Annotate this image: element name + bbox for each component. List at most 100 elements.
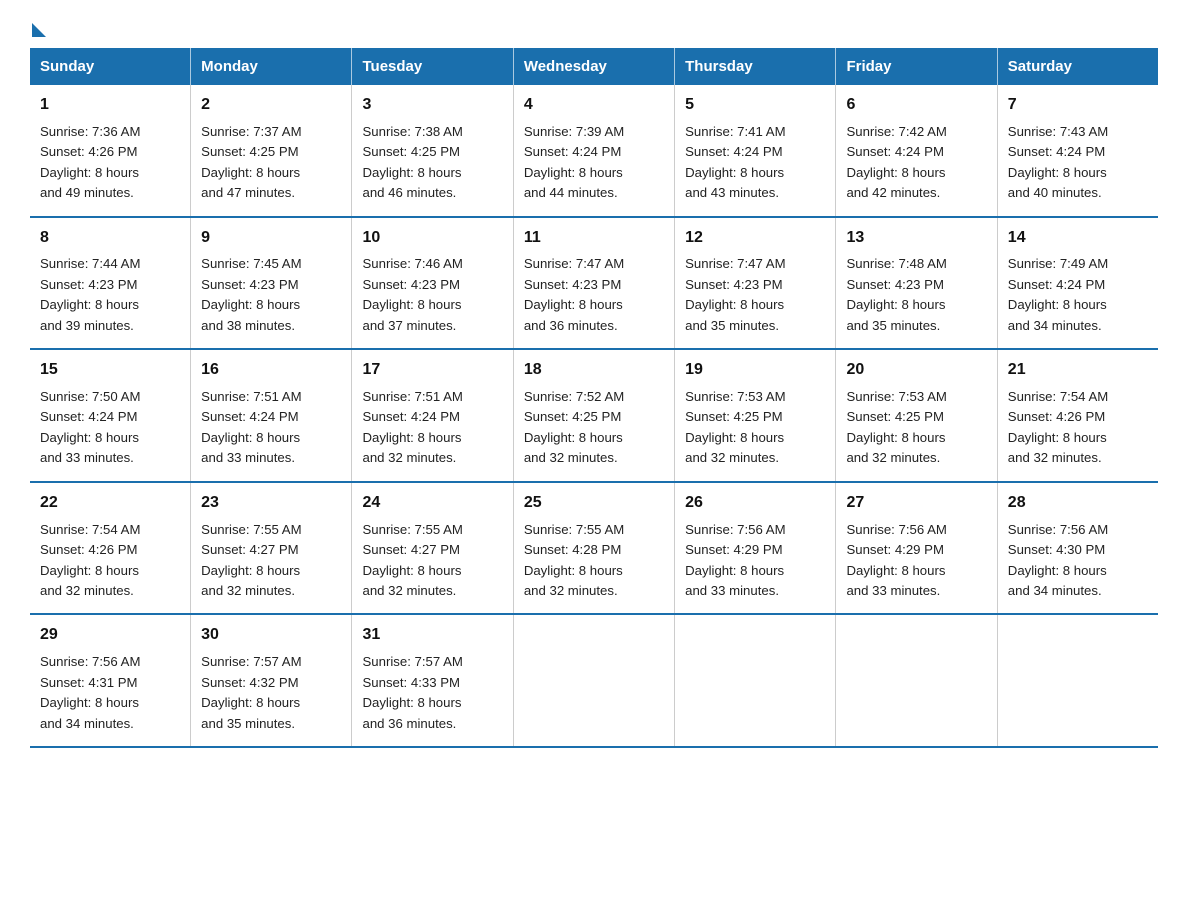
day-info: Sunrise: 7:39 AMSunset: 4:24 PMDaylight:… xyxy=(524,124,624,200)
calendar-cell xyxy=(675,614,836,747)
day-number: 21 xyxy=(1008,358,1148,383)
day-info: Sunrise: 7:52 AMSunset: 4:25 PMDaylight:… xyxy=(524,389,624,465)
day-number: 19 xyxy=(685,358,825,383)
day-info: Sunrise: 7:51 AMSunset: 4:24 PMDaylight:… xyxy=(201,389,301,465)
calendar-cell: 22Sunrise: 7:54 AMSunset: 4:26 PMDayligh… xyxy=(30,482,191,615)
calendar-cell: 10 Sunrise: 7:46 AMSunset: 4:23 PMDayligh… xyxy=(352,217,513,350)
calendar-cell: 29 Sunrise: 7:56 AMSunset: 4:31 PMDayligh… xyxy=(30,614,191,747)
column-header-monday: Monday xyxy=(191,48,352,85)
day-number: 22 xyxy=(40,491,180,516)
calendar-cell xyxy=(997,614,1158,747)
calendar-cell: 14 Sunrise: 7:49 AMSunset: 4:24 PMDayligh… xyxy=(997,217,1158,350)
day-info: Sunrise: 7:43 AMSunset: 4:24 PMDaylight:… xyxy=(1008,124,1108,200)
day-info: Sunrise: 7:56 AMSunset: 4:30 PMDaylight:… xyxy=(1008,522,1108,598)
day-info: Sunrise: 7:55 AMSunset: 4:28 PMDaylight:… xyxy=(524,522,624,598)
day-number: 3 xyxy=(362,93,502,118)
calendar-cell: 24 Sunrise: 7:55 AMSunset: 4:27 PMDayligh… xyxy=(352,482,513,615)
calendar-cell: 11Sunrise: 7:47 AMSunset: 4:23 PMDayligh… xyxy=(513,217,674,350)
calendar-cell: 1 Sunrise: 7:36 AMSunset: 4:26 PMDaylight… xyxy=(30,85,191,217)
logo xyxy=(30,20,48,30)
day-number: 12 xyxy=(685,226,825,251)
calendar-cell: 25 Sunrise: 7:55 AMSunset: 4:28 PMDayligh… xyxy=(513,482,674,615)
day-number: 28 xyxy=(1008,491,1148,516)
calendar-cell: 4 Sunrise: 7:39 AMSunset: 4:24 PMDaylight… xyxy=(513,85,674,217)
day-number: 1 xyxy=(40,93,180,118)
calendar-header-row: SundayMondayTuesdayWednesdayThursdayFrid… xyxy=(30,48,1158,85)
day-info: Sunrise: 7:47 AMSunset: 4:23 PMDaylight:… xyxy=(524,256,624,332)
day-info: Sunrise: 7:53 AMSunset: 4:25 PMDaylight:… xyxy=(846,389,946,465)
calendar-table: SundayMondayTuesdayWednesdayThursdayFrid… xyxy=(30,48,1158,748)
calendar-cell: 27 Sunrise: 7:56 AMSunset: 4:29 PMDayligh… xyxy=(836,482,997,615)
day-number: 17 xyxy=(362,358,502,383)
calendar-cell: 21 Sunrise: 7:54 AMSunset: 4:26 PMDayligh… xyxy=(997,349,1158,482)
calendar-cell: 6 Sunrise: 7:42 AMSunset: 4:24 PMDaylight… xyxy=(836,85,997,217)
day-number: 5 xyxy=(685,93,825,118)
calendar-cell: 8 Sunrise: 7:44 AMSunset: 4:23 PMDaylight… xyxy=(30,217,191,350)
day-info: Sunrise: 7:42 AMSunset: 4:24 PMDaylight:… xyxy=(846,124,946,200)
calendar-cell: 31 Sunrise: 7:57 AMSunset: 4:33 PMDayligh… xyxy=(352,614,513,747)
day-number: 8 xyxy=(40,226,180,251)
day-info: Sunrise: 7:36 AMSunset: 4:26 PMDaylight:… xyxy=(40,124,140,200)
calendar-cell: 19 Sunrise: 7:53 AMSunset: 4:25 PMDayligh… xyxy=(675,349,836,482)
day-number: 10 xyxy=(362,226,502,251)
day-info: Sunrise: 7:41 AMSunset: 4:24 PMDaylight:… xyxy=(685,124,785,200)
day-info: Sunrise: 7:57 AMSunset: 4:32 PMDaylight:… xyxy=(201,654,301,730)
day-info: Sunrise: 7:56 AMSunset: 4:31 PMDaylight:… xyxy=(40,654,140,730)
calendar-cell: 5 Sunrise: 7:41 AMSunset: 4:24 PMDaylight… xyxy=(675,85,836,217)
day-number: 6 xyxy=(846,93,986,118)
day-info: Sunrise: 7:47 AMSunset: 4:23 PMDaylight:… xyxy=(685,256,785,332)
calendar-cell: 9 Sunrise: 7:45 AMSunset: 4:23 PMDaylight… xyxy=(191,217,352,350)
day-info: Sunrise: 7:50 AMSunset: 4:24 PMDaylight:… xyxy=(40,389,140,465)
day-number: 4 xyxy=(524,93,664,118)
day-info: Sunrise: 7:53 AMSunset: 4:25 PMDaylight:… xyxy=(685,389,785,465)
day-info: Sunrise: 7:49 AMSunset: 4:24 PMDaylight:… xyxy=(1008,256,1108,332)
day-info: Sunrise: 7:44 AMSunset: 4:23 PMDaylight:… xyxy=(40,256,140,332)
calendar-cell: 18Sunrise: 7:52 AMSunset: 4:25 PMDayligh… xyxy=(513,349,674,482)
day-info: Sunrise: 7:37 AMSunset: 4:25 PMDaylight:… xyxy=(201,124,301,200)
day-info: Sunrise: 7:56 AMSunset: 4:29 PMDaylight:… xyxy=(685,522,785,598)
day-number: 9 xyxy=(201,226,341,251)
calendar-cell xyxy=(836,614,997,747)
day-number: 25 xyxy=(524,491,664,516)
day-info: Sunrise: 7:46 AMSunset: 4:23 PMDaylight:… xyxy=(362,256,462,332)
calendar-cell: 23 Sunrise: 7:55 AMSunset: 4:27 PMDayligh… xyxy=(191,482,352,615)
day-info: Sunrise: 7:54 AMSunset: 4:26 PMDaylight:… xyxy=(1008,389,1108,465)
day-number: 29 xyxy=(40,623,180,648)
calendar-cell: 17 Sunrise: 7:51 AMSunset: 4:24 PMDayligh… xyxy=(352,349,513,482)
calendar-cell: 28 Sunrise: 7:56 AMSunset: 4:30 PMDayligh… xyxy=(997,482,1158,615)
column-header-thursday: Thursday xyxy=(675,48,836,85)
day-info: Sunrise: 7:55 AMSunset: 4:27 PMDaylight:… xyxy=(362,522,462,598)
day-number: 16 xyxy=(201,358,341,383)
page-header xyxy=(30,20,1158,30)
calendar-week-row: 22Sunrise: 7:54 AMSunset: 4:26 PMDayligh… xyxy=(30,482,1158,615)
day-number: 31 xyxy=(362,623,502,648)
day-number: 13 xyxy=(846,226,986,251)
day-info: Sunrise: 7:38 AMSunset: 4:25 PMDaylight:… xyxy=(362,124,462,200)
calendar-cell: 12 Sunrise: 7:47 AMSunset: 4:23 PMDayligh… xyxy=(675,217,836,350)
day-number: 27 xyxy=(846,491,986,516)
calendar-cell: 26Sunrise: 7:56 AMSunset: 4:29 PMDayligh… xyxy=(675,482,836,615)
column-header-wednesday: Wednesday xyxy=(513,48,674,85)
calendar-week-row: 29 Sunrise: 7:56 AMSunset: 4:31 PMDayligh… xyxy=(30,614,1158,747)
day-number: 23 xyxy=(201,491,341,516)
day-number: 7 xyxy=(1008,93,1148,118)
day-info: Sunrise: 7:51 AMSunset: 4:24 PMDaylight:… xyxy=(362,389,462,465)
day-info: Sunrise: 7:45 AMSunset: 4:23 PMDaylight:… xyxy=(201,256,301,332)
day-info: Sunrise: 7:55 AMSunset: 4:27 PMDaylight:… xyxy=(201,522,301,598)
day-info: Sunrise: 7:56 AMSunset: 4:29 PMDaylight:… xyxy=(846,522,946,598)
calendar-cell: 3 Sunrise: 7:38 AMSunset: 4:25 PMDaylight… xyxy=(352,85,513,217)
calendar-week-row: 15Sunrise: 7:50 AMSunset: 4:24 PMDayligh… xyxy=(30,349,1158,482)
day-number: 24 xyxy=(362,491,502,516)
day-number: 30 xyxy=(201,623,341,648)
calendar-cell: 16 Sunrise: 7:51 AMSunset: 4:24 PMDayligh… xyxy=(191,349,352,482)
calendar-cell: 2Sunrise: 7:37 AMSunset: 4:25 PMDaylight… xyxy=(191,85,352,217)
column-header-saturday: Saturday xyxy=(997,48,1158,85)
day-info: Sunrise: 7:48 AMSunset: 4:23 PMDaylight:… xyxy=(846,256,946,332)
day-info: Sunrise: 7:57 AMSunset: 4:33 PMDaylight:… xyxy=(362,654,462,730)
calendar-cell: 13 Sunrise: 7:48 AMSunset: 4:23 PMDayligh… xyxy=(836,217,997,350)
calendar-cell: 7 Sunrise: 7:43 AMSunset: 4:24 PMDaylight… xyxy=(997,85,1158,217)
logo-triangle-icon xyxy=(32,23,46,37)
day-number: 14 xyxy=(1008,226,1148,251)
calendar-week-row: 8 Sunrise: 7:44 AMSunset: 4:23 PMDaylight… xyxy=(30,217,1158,350)
column-header-tuesday: Tuesday xyxy=(352,48,513,85)
